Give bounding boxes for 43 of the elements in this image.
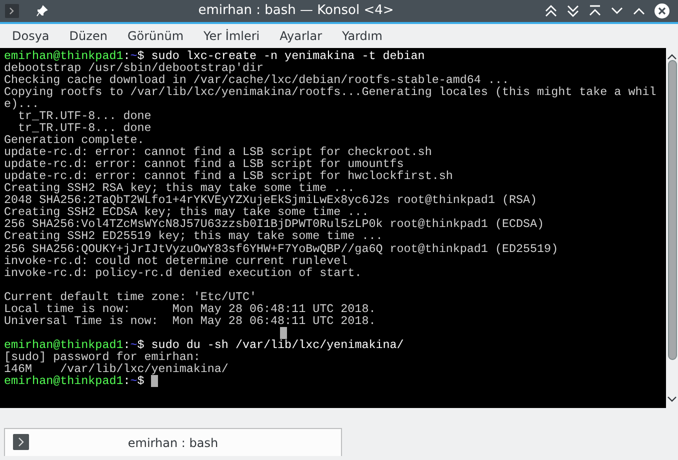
terminal-line: [sudo] password for emirhan:: [4, 350, 200, 363]
terminal-line: Checking cache download in /var/cache/lxc/debian/rootfs-stable-amd64 ...: [4, 74, 509, 86]
terminal-line: update-rc.d: error: cannot find a LSB script for umountfs: [4, 158, 404, 170]
terminal-line: e)...: [4, 98, 40, 110]
terminal-line: 2048 SHA256:2TaQbT2WLfo1+4rYKVEyYZXujeEkSjmiLwEx8yc6J2s root@thinkpad1 (RSA): [4, 194, 538, 206]
terminal-line: invoke-rc.d: policy-rc.d denied execution of start.: [4, 266, 362, 279]
terminal-line: emirhan@thinkpad1:~$ sudo du -sh /var/lib/lxc/yenimakina/: [4, 338, 404, 351]
menu-item[interactable]: Dosya: [4, 24, 58, 48]
terminal-line: update-rc.d: error: cannot find a LSB script for hwclockfirst.sh: [4, 170, 453, 182]
scroll-down-icon[interactable]: [666, 394, 678, 404]
terminal-line: tr_TR.UTF-8... done: [18, 110, 152, 122]
terminal-line: Creating SSH2 ED25519 key; this may take some time ...: [4, 230, 383, 242]
terminal-line: 146M /var/lib/lxc/yenimakina/: [4, 362, 228, 375]
window-title: emirhan : bash — Konsol <4>: [197, 2, 395, 20]
pin-icon[interactable]: [36, 5, 48, 17]
menu-item[interactable]: Yardım: [334, 24, 390, 48]
menu-item[interactable]: Yer İmleri: [196, 24, 268, 48]
tab[interactable]: emirhan : bash: [4, 428, 342, 456]
terminal-line: 256 SHA256:QOUKY+jJrIJtVyzuOwY83sf6YHW+F7YoBwQBP//ga6Q root@thinkpad1 (ED25519): [4, 242, 558, 255]
terminal-line: Generation complete.: [4, 134, 144, 146]
close-icon[interactable]: [654, 3, 670, 19]
terminal-line: Creating SSH2 RSA key; this may take some time ...: [4, 182, 355, 194]
scroll-up-icon[interactable]: [666, 52, 678, 62]
terminal-line: emirhan@thinkpad1:~$ sudo lxc-create -n yenimakina -t debian: [4, 50, 425, 62]
double-down-chevron-icon[interactable]: [566, 4, 580, 18]
menu-item[interactable]: Görünüm: [119, 24, 192, 48]
terminal-line: Local time is now: Mon May 28 06:48:11 UTC 2018.: [4, 302, 376, 315]
shade-icon[interactable]: [588, 4, 602, 18]
double-up-chevron-icon[interactable]: [544, 4, 558, 18]
terminal-icon: [4, 3, 20, 19]
terminal-line: invoke-rc.d: could not determine current runlevel: [4, 254, 348, 267]
terminal-line: Copying rootfs to /var/lib/lxc/yenimakina/rootfs...Generating locales (this might take a whil: [4, 86, 656, 98]
terminal-line: debootstrap /usr/sbin/debootstrap'dir: [4, 62, 264, 74]
terminal-line: update-rc.d: error: cannot find a LSB script for checkroot.sh: [4, 146, 432, 158]
terminal-line: 256 SHA256:Vol4TZcMsWYcN8J57U63zzsb0I1BjDPWT0Rul5zLP0k root@thinkpad1 (ECDSA): [4, 218, 544, 230]
terminal-icon: [13, 434, 29, 450]
terminal-line: tr_TR.UTF-8... done: [18, 122, 152, 134]
terminal-line: Creating SSH2 ECDSA key; this may take some time ...: [4, 206, 369, 218]
terminal-line: emirhan@thinkpad1:~$: [4, 374, 144, 387]
menu-item[interactable]: Ayarlar: [272, 24, 330, 48]
terminal-line: Current default time zone: 'Etc/UTC': [4, 290, 256, 303]
menu-item[interactable]: Düzen: [61, 24, 116, 48]
terminal-line: Universal Time is now: Mon May 28 06:48:11 UTC 2018.: [4, 314, 376, 327]
